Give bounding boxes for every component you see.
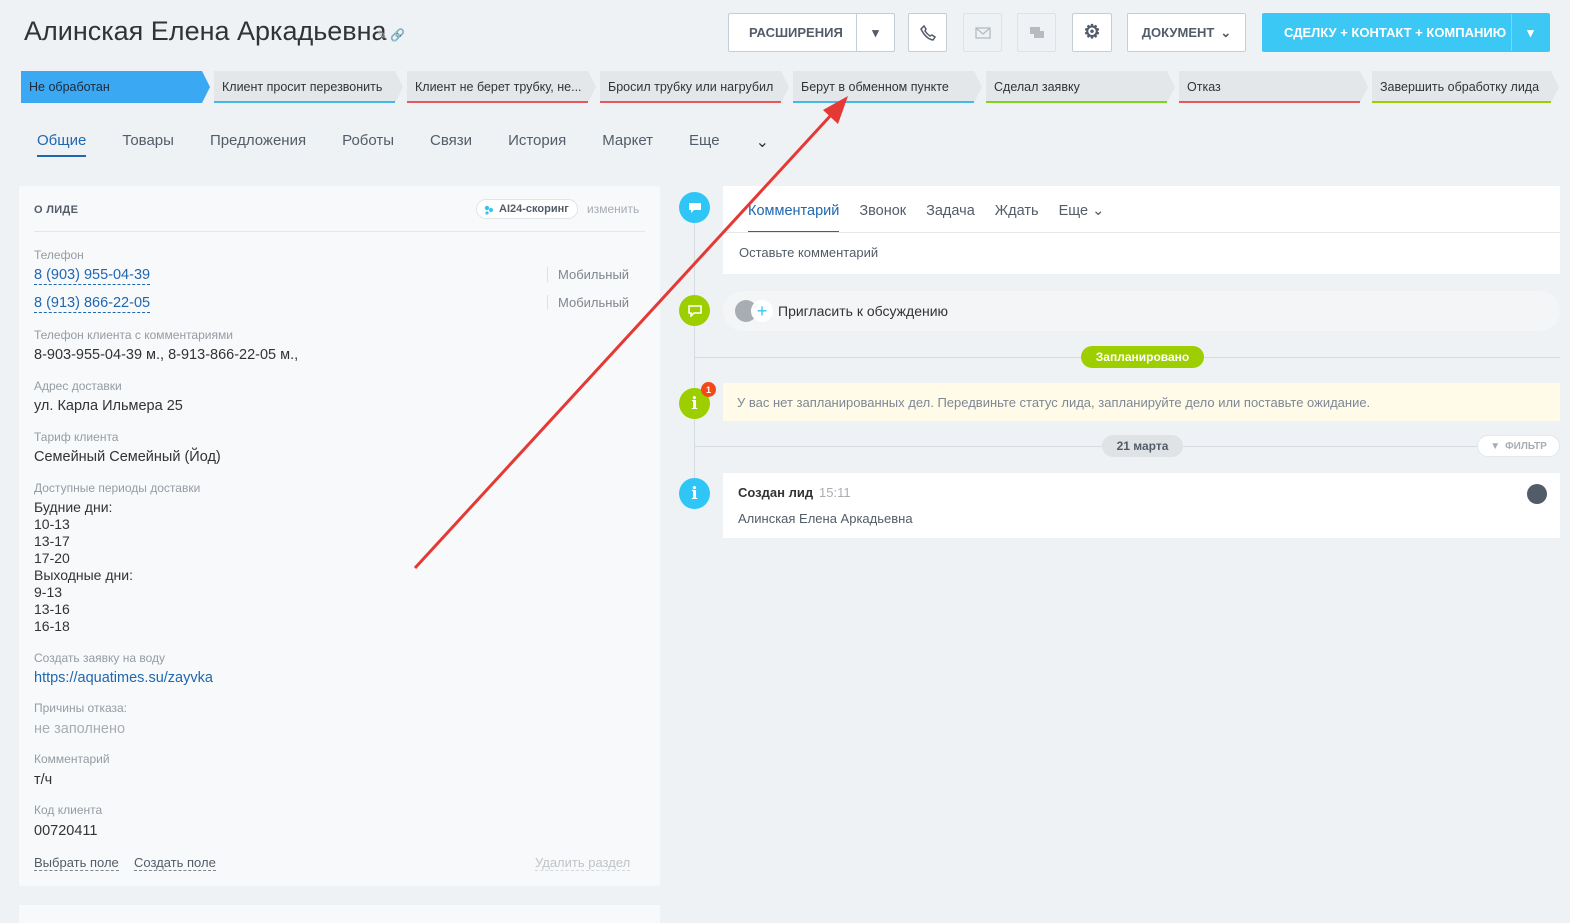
settings-button[interactable]: ⚙ xyxy=(1072,13,1112,52)
tab-3[interactable]: Роботы xyxy=(342,132,394,157)
stage-0[interactable]: Не обработан xyxy=(21,71,210,103)
comment-input[interactable]: Оставьте комментарий xyxy=(739,245,878,260)
gear-icon: ⚙ xyxy=(1083,22,1101,43)
planned-badge: Запланировано xyxy=(1081,346,1204,368)
created-time: 15:11 xyxy=(819,485,851,500)
notification-badge: 1 xyxy=(701,382,716,397)
tab-4[interactable]: Связи xyxy=(430,132,472,157)
comment-value: т/ч xyxy=(34,772,53,788)
convert-dropdown-icon[interactable]: ▾ xyxy=(1511,14,1549,51)
phone-link-2[interactable]: 8 (913) 866-22-05 xyxy=(34,295,151,313)
created-author[interactable]: Алинская Елена Аркадьевна xyxy=(738,511,913,526)
invite-discussion[interactable]: + Пригласить к обсуждению xyxy=(723,291,1560,331)
comment-editor: Комментарий Звонок Задача Ждать Еще ⌄ Оставь… xyxy=(723,186,1560,274)
stage-7[interactable]: Завершить обработку лида xyxy=(1372,71,1559,103)
tariff-label: Тариф клиента xyxy=(34,430,119,444)
reject-value: не заполнено xyxy=(34,721,126,737)
page-title: Алинская Елена Аркадьевна xyxy=(24,16,387,46)
email-button[interactable] xyxy=(963,13,1002,52)
tab-1[interactable]: Товары xyxy=(122,132,174,157)
phone-icon xyxy=(919,24,936,41)
stage-1[interactable]: Клиент просит перезвонить xyxy=(214,71,403,103)
choose-field-link[interactable]: Выбрать поле xyxy=(34,855,119,871)
status-bar: Не обработан Клиент просит перезвонить Кли… xyxy=(21,71,1559,103)
edit-section-link[interactable]: изменить xyxy=(587,202,639,216)
periods-label: Доступные периоды доставки xyxy=(34,481,201,495)
mail-icon xyxy=(974,26,991,39)
tab-6[interactable]: Маркет xyxy=(602,132,653,157)
comment-type-icon xyxy=(679,192,710,223)
periods-value: Будние дни: 10-13 13-17 17-20 Выходные д… xyxy=(34,499,133,634)
convert-button[interactable]: СДЕЛКУ + КОНТАКТ + КОМПАНИЮ ▾ xyxy=(1262,13,1550,52)
activity-tab-4[interactable]: Еще ⌄ xyxy=(1059,203,1105,233)
extensions-button[interactable]: РАСШИРЕНИЯ ▾ xyxy=(728,13,895,52)
activity-tabs: Комментарий Звонок Задача Ждать Еще ⌄ xyxy=(748,203,1124,233)
divider xyxy=(34,231,645,232)
filter-icon: ▼ xyxy=(1490,440,1501,452)
discussion-icon xyxy=(679,295,710,326)
phone-type-1: Мобильный xyxy=(547,267,629,282)
address-label: Адрес доставки xyxy=(34,379,122,393)
tab-2[interactable]: Предложения xyxy=(210,132,306,157)
divider xyxy=(723,232,1560,233)
chat-icon xyxy=(1029,26,1044,38)
stage-6[interactable]: Отказ xyxy=(1179,71,1368,103)
address-value: ул. Карла Ильмера 25 xyxy=(34,398,183,414)
tab-7[interactable]: Еще xyxy=(689,132,720,157)
code-value: 00720411 xyxy=(34,823,98,839)
plus-icon: + xyxy=(751,300,773,322)
order-label: Создать заявку на воду xyxy=(34,651,165,665)
filter-button[interactable]: ▼ ФИЛЬТР xyxy=(1477,435,1560,457)
activity-tab-1[interactable]: Звонок xyxy=(859,203,906,233)
order-link[interactable]: https://aquatimes.su/zayvka xyxy=(34,670,213,686)
tab-0[interactable]: Общие xyxy=(37,132,87,157)
stage-4[interactable]: Берут в обменном пункте xyxy=(793,71,982,103)
phone-label: Телефон xyxy=(34,248,84,262)
section-title: О ЛИДЕ xyxy=(34,204,79,216)
code-label: Код клиента xyxy=(34,803,103,817)
stage-3[interactable]: Бросил трубку или нагрубил xyxy=(600,71,789,103)
reject-label: Причины отказа: xyxy=(34,701,128,715)
phone-comment-value: 8-903-955-04-39 м., 8-913-866-22-05 м., xyxy=(34,347,299,363)
call-button[interactable] xyxy=(908,13,947,52)
chevron-down-icon: ⌄ xyxy=(755,134,769,151)
tariff-value: Семейный Семейный (Йод) xyxy=(34,449,221,465)
extensions-dropdown-icon[interactable]: ▾ xyxy=(856,14,894,51)
edit-title-icon[interactable]: ✎ 🔗 xyxy=(377,28,405,42)
phone-type-2: Мобильный xyxy=(547,295,629,310)
activity-tab-3[interactable]: Ждать xyxy=(995,203,1039,233)
ai-icon xyxy=(484,205,493,215)
activity-tab-0[interactable]: Комментарий xyxy=(748,203,840,233)
comment-label: Комментарий xyxy=(34,752,110,766)
phone-link-1[interactable]: 8 (903) 955-04-39 xyxy=(34,267,151,285)
create-field-link[interactable]: Создать поле xyxy=(134,855,216,871)
next-section-panel xyxy=(19,905,660,923)
chevron-down-icon: ⌄ xyxy=(1088,203,1105,219)
stage-5[interactable]: Сделал заявку xyxy=(986,71,1175,103)
activity-tab-2[interactable]: Задача xyxy=(926,203,975,233)
created-title: Создан лид xyxy=(738,485,814,500)
created-lead-item: Создан лид 15:11 Алинская Елена Аркадьев… xyxy=(723,473,1560,538)
chat-button[interactable] xyxy=(1017,13,1056,52)
tab-5[interactable]: История xyxy=(508,132,566,157)
ai-scoring-badge[interactable]: AI24-скоринг xyxy=(476,199,578,219)
avatar[interactable] xyxy=(1527,484,1547,504)
timeline-line xyxy=(694,208,695,498)
date-badge: 21 марта xyxy=(1102,435,1183,457)
no-planned-notice: У вас нет запланированных дел. Передвинь… xyxy=(723,383,1560,421)
chevron-down-icon: ⌄ xyxy=(1220,24,1232,40)
delete-section-link[interactable]: Удалить раздел xyxy=(535,855,631,871)
stage-2[interactable]: Клиент не берет трубку, не... xyxy=(407,71,596,103)
info-icon: i xyxy=(679,478,710,509)
document-button[interactable]: ДОКУМЕНТ ⌄ xyxy=(1127,13,1246,52)
lead-info-panel: О ЛИДЕ AI24-скоринг изменить Телефон 8 (… xyxy=(19,186,660,886)
phone-comment-label: Телефон клиента с комментариями xyxy=(34,328,233,342)
main-tabs: Общие Товары Предложения Роботы Связи История… xyxy=(37,132,769,157)
